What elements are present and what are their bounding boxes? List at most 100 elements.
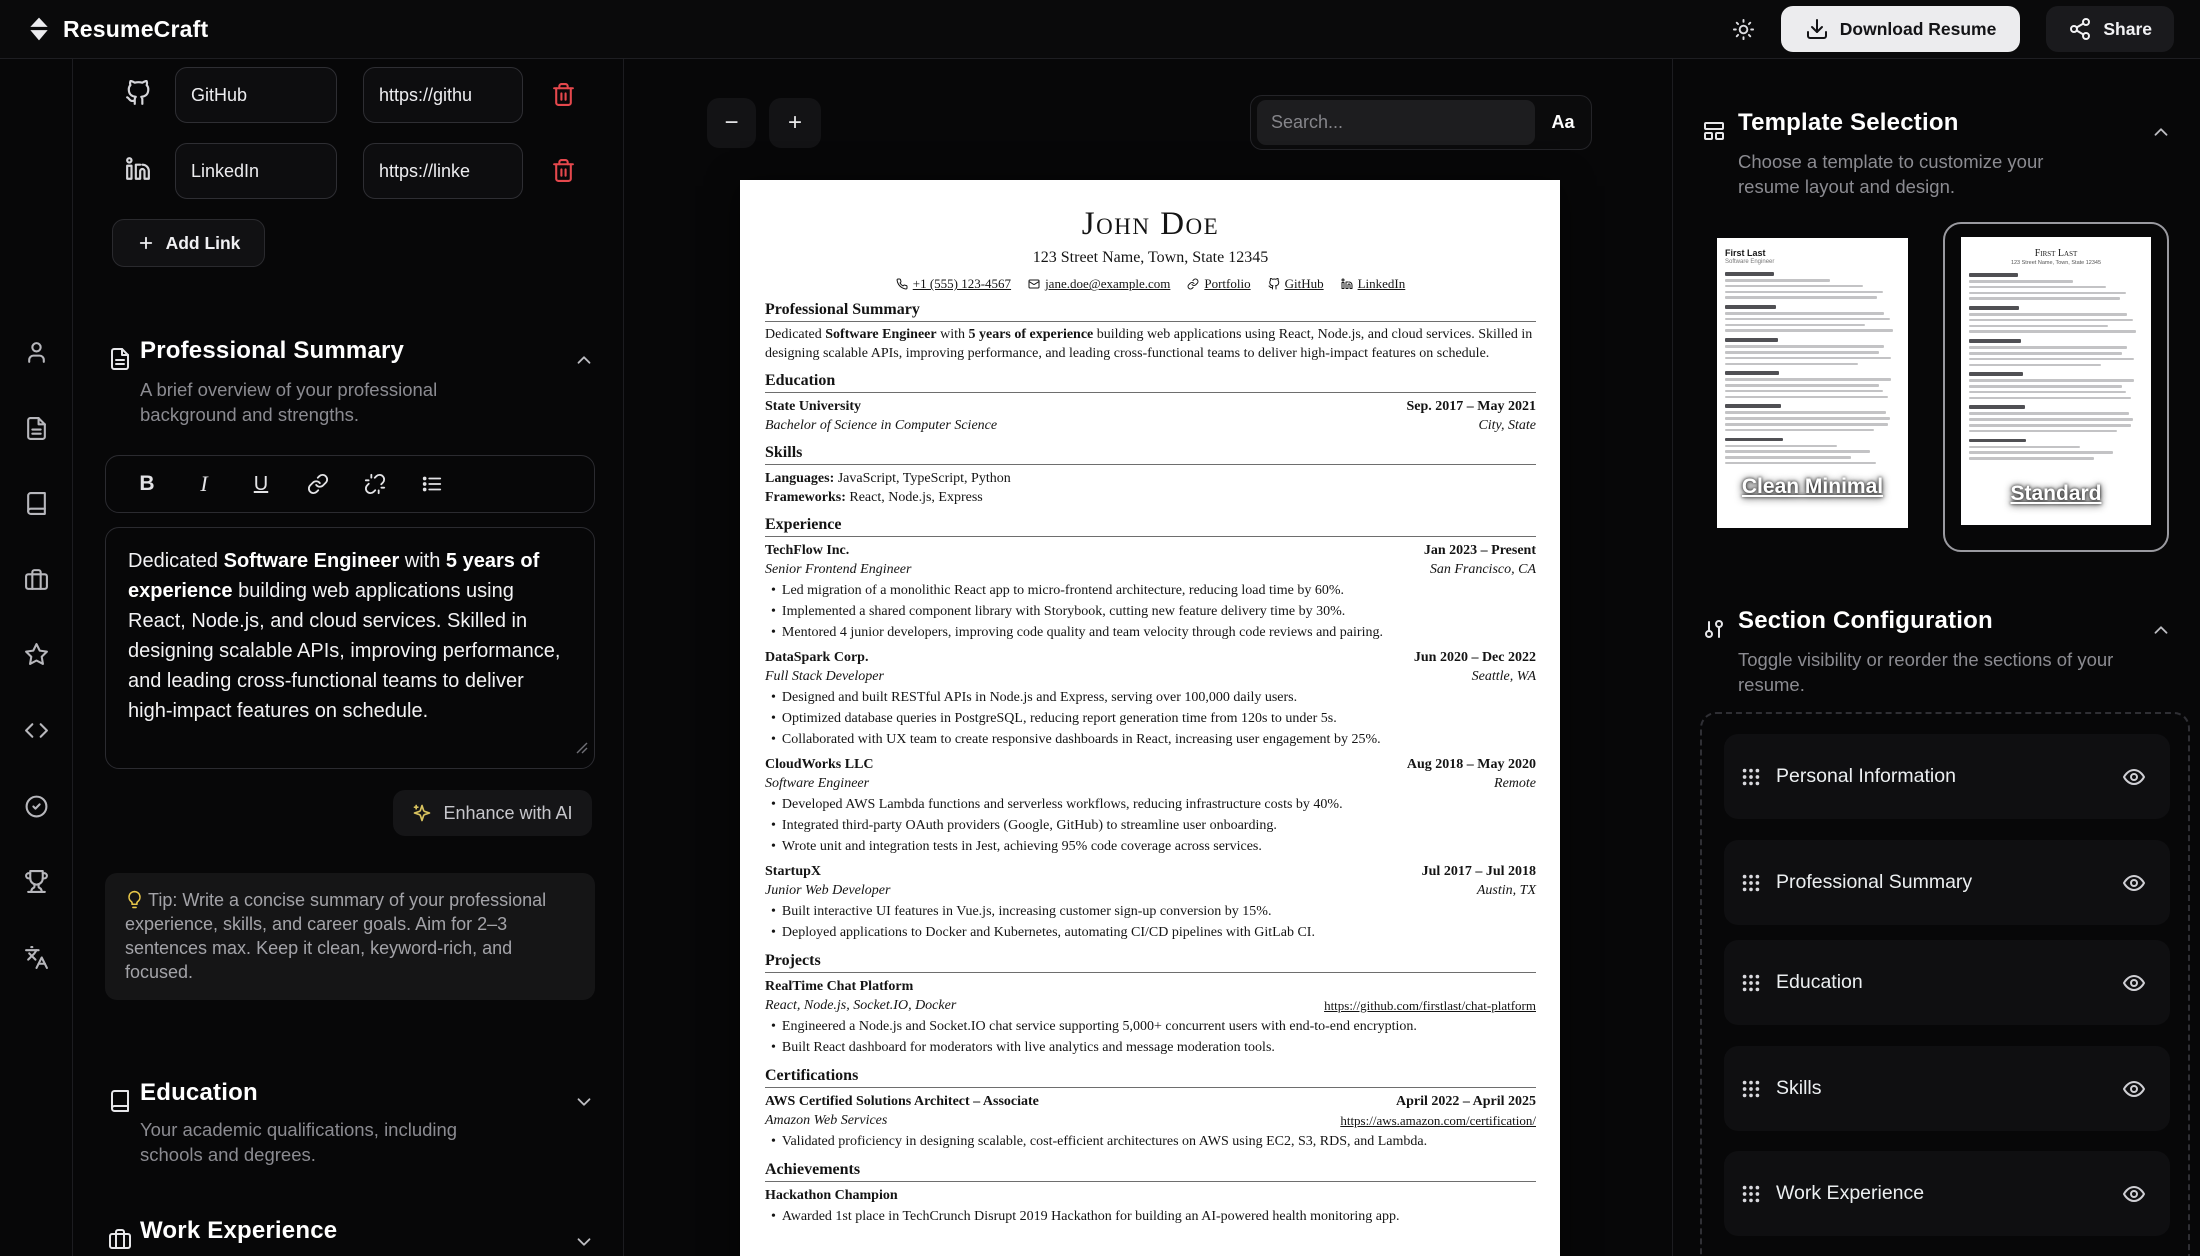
resume-bullet: Wrote unit and integration tests in Jest… (765, 836, 1536, 857)
preview-search-bar: Aa (1250, 95, 1592, 150)
phone-icon (896, 278, 908, 290)
rail-code-icon[interactable] (24, 718, 49, 748)
rail-file-text-icon[interactable] (24, 416, 49, 446)
resume-section: CertificationsAWS Certified Solutions Ar… (765, 1067, 1536, 1152)
rail-user-icon[interactable] (24, 340, 49, 370)
resume-bullet: Built React dashboard for moderators wit… (765, 1037, 1536, 1058)
resume-bullet: Optimized database queries in PostgreSQL… (765, 708, 1536, 729)
theme-toggle-sun-icon[interactable] (1732, 18, 1755, 41)
rail-book-icon[interactable] (24, 491, 49, 521)
section-configuration-title: Section Configuration (1738, 607, 1993, 635)
resize-grip-icon[interactable] (576, 733, 588, 763)
rail-languages-icon[interactable] (24, 945, 49, 975)
github-icon (125, 80, 151, 111)
resume-entry: DataSpark Corp.Jun 2020 – Dec 2022Full S… (765, 648, 1536, 750)
unlink-button[interactable] (360, 469, 390, 499)
resume-entry: StartupXJul 2017 – Jul 2018Junior Web De… (765, 862, 1536, 943)
resume-bullet: Mentored 4 junior developers, improving … (765, 622, 1536, 643)
section-config-card[interactable]: Education (1724, 940, 2170, 1025)
resume-entry: TechFlow Inc.Jan 2023 – PresentSenior Fr… (765, 541, 1536, 643)
share-button[interactable]: Share (2046, 6, 2174, 52)
delete-link-button[interactable] (551, 158, 576, 186)
layout-template-icon (1702, 119, 1726, 148)
rail-trophy-icon[interactable] (24, 869, 49, 899)
visibility-eye-button[interactable] (2122, 765, 2146, 789)
resume-section: SkillsLanguages: JavaScript, TypeScript,… (765, 444, 1536, 507)
enhance-with-ai-button[interactable]: Enhance with AI (393, 790, 592, 836)
template-label: Standard (1961, 481, 2151, 507)
link-platform-input[interactable] (175, 67, 337, 123)
rail-briefcase-icon[interactable] (24, 567, 49, 597)
delete-link-button[interactable] (551, 82, 576, 110)
section-config-card[interactable]: Skills (1724, 1046, 2170, 1131)
resume-section-heading: Projects (765, 952, 1536, 973)
visibility-eye-button[interactable] (2122, 1182, 2146, 1206)
resume-bullet: Validated proficiency in designing scala… (765, 1131, 1536, 1152)
list-button[interactable] (417, 469, 447, 499)
template-preview-subtitle: 123 Street Name, Town, State 12345 (1969, 260, 2143, 266)
visibility-eye-button[interactable] (2122, 971, 2146, 995)
richtext-toolbar: BIU (105, 455, 595, 513)
search-input[interactable] (1257, 100, 1535, 145)
app-root: ResumeCraft Download Resume Share Add Li… (0, 0, 2200, 1256)
chevron-down-icon[interactable] (573, 1091, 595, 1118)
link-url-input[interactable] (363, 143, 523, 199)
resume-name: John Doe (765, 206, 1536, 242)
resume-bullet: Awarded 1st place in TechCrunch Disrupt … (765, 1206, 1536, 1227)
chevron-up-icon[interactable] (2150, 619, 2172, 646)
drag-handle-icon[interactable] (1740, 1183, 1762, 1205)
add-link-button[interactable]: Add Link (112, 219, 265, 267)
zoom-out-button[interactable]: − (707, 98, 756, 148)
section-config-card[interactable]: Work Experience (1724, 1151, 2170, 1236)
underline-button[interactable]: U (246, 469, 276, 499)
template-clean-minimal[interactable]: First LastSoftware EngineerClean Minimal (1717, 238, 1908, 528)
template-preview-name: First Last (1725, 248, 1900, 258)
resume-contact-link[interactable]: Portfolio (1187, 276, 1250, 292)
resume-contact-github[interactable]: GitHub (1268, 276, 1324, 292)
resume-contact-mail[interactable]: jane.doe@example.com (1028, 276, 1170, 292)
section-config-card[interactable]: Professional Summary (1724, 840, 2170, 925)
link-url-input[interactable] (363, 67, 523, 123)
settings-panel: Template Selection Choose a template to … (1673, 59, 2200, 1256)
section-config-card[interactable]: Personal Information (1724, 734, 2170, 819)
resume-bullet: Engineered a Node.js and Socket.IO chat … (765, 1016, 1536, 1037)
link-button[interactable] (303, 469, 333, 499)
linkedin-icon (125, 156, 151, 187)
bold-button[interactable]: B (132, 469, 162, 499)
resume-section: EducationState UniversitySep. 2017 – May… (765, 372, 1536, 435)
resume-section: AchievementsHackathon ChampionAwarded 1s… (765, 1161, 1536, 1227)
resume-contact-linkedin[interactable]: LinkedIn (1341, 276, 1406, 292)
resume-bullet: Developed AWS Lambda functions and serve… (765, 794, 1536, 815)
enhance-with-ai-label: Enhance with AI (443, 803, 572, 824)
resume-section: Professional SummaryDedicated Software E… (765, 301, 1536, 363)
drag-handle-icon[interactable] (1740, 972, 1762, 994)
drag-handle-icon[interactable] (1740, 1078, 1762, 1100)
template-label: Clean Minimal (1717, 474, 1908, 500)
resume-section-heading: Education (765, 372, 1536, 393)
visibility-eye-button[interactable] (2122, 1077, 2146, 1101)
rail-badge-check-icon[interactable] (24, 794, 49, 824)
resume-entry: RealTime Chat PlatformReact, Node.js, So… (765, 977, 1536, 1058)
resume-link[interactable]: https://aws.amazon.com/certification/ (1340, 1111, 1536, 1130)
italic-button[interactable]: I (189, 469, 219, 499)
header-actions: Download Resume Share (1732, 6, 2174, 52)
chevron-up-icon[interactable] (573, 349, 595, 376)
education-section-subtitle: Your academic qualifications, including … (140, 1117, 490, 1167)
resume-section-heading: Skills (765, 444, 1536, 465)
rail-star-icon[interactable] (24, 642, 49, 672)
resume-section: Projects RealTime Chat PlatformReact, Nod… (765, 952, 1536, 1058)
drag-handle-icon[interactable] (1740, 766, 1762, 788)
resume-contact-phone[interactable]: +1 (555) 123-4567 (896, 276, 1011, 292)
template-standard-selected-frame[interactable]: First Last123 Street Name, Town, State 1… (1943, 222, 2169, 552)
match-case-button[interactable]: Aa (1535, 96, 1591, 149)
visibility-eye-button[interactable] (2122, 871, 2146, 895)
chevron-up-icon[interactable] (2150, 121, 2172, 148)
summary-textarea[interactable]: Dedicated Software Engineer with 5 years… (105, 527, 595, 769)
link-platform-input[interactable] (175, 143, 337, 199)
template-standard[interactable]: First Last123 Street Name, Town, State 1… (1961, 237, 2151, 525)
drag-handle-icon[interactable] (1740, 872, 1762, 894)
resume-link[interactable]: https://github.com/firstlast/chat-platfo… (1324, 996, 1536, 1015)
download-resume-button[interactable]: Download Resume (1781, 6, 2021, 52)
chevron-down-icon[interactable] (573, 1231, 595, 1256)
zoom-in-button[interactable]: + (769, 98, 821, 148)
